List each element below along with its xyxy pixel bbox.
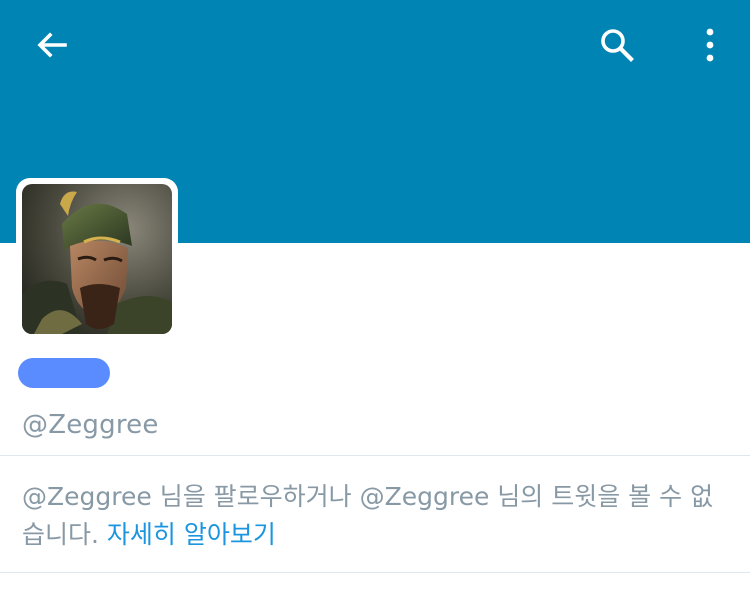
back-button[interactable] (22, 20, 82, 70)
profile-avatar[interactable] (22, 184, 172, 334)
divider (0, 572, 750, 573)
arrow-left-icon (37, 32, 67, 58)
more-vertical-icon (706, 28, 714, 62)
divider (0, 455, 750, 456)
notice-text: 님을 팔로우하거나 (151, 482, 360, 511)
more-options-button[interactable] (688, 20, 732, 70)
notice-handle: @Zeggree (359, 482, 490, 511)
notice-handle: @Zeggree (22, 482, 152, 511)
avatar-frame[interactable] (16, 178, 178, 340)
search-icon (601, 29, 634, 62)
profile-screen: @Zeggree @Zeggree 님을 팔로우하거나 @Zeggree 님의 … (0, 0, 750, 614)
profile-handle: @Zeggree (22, 410, 159, 440)
search-button[interactable] (591, 20, 643, 70)
learn-more-link[interactable]: 자세히 알아보기 (107, 520, 276, 549)
display-name-redaction (18, 358, 110, 388)
protected-account-notice: @Zeggree 님을 팔로우하거나 @Zeggree 님의 트윗을 볼 수 없… (22, 478, 722, 554)
avatar-illustration (22, 184, 172, 334)
